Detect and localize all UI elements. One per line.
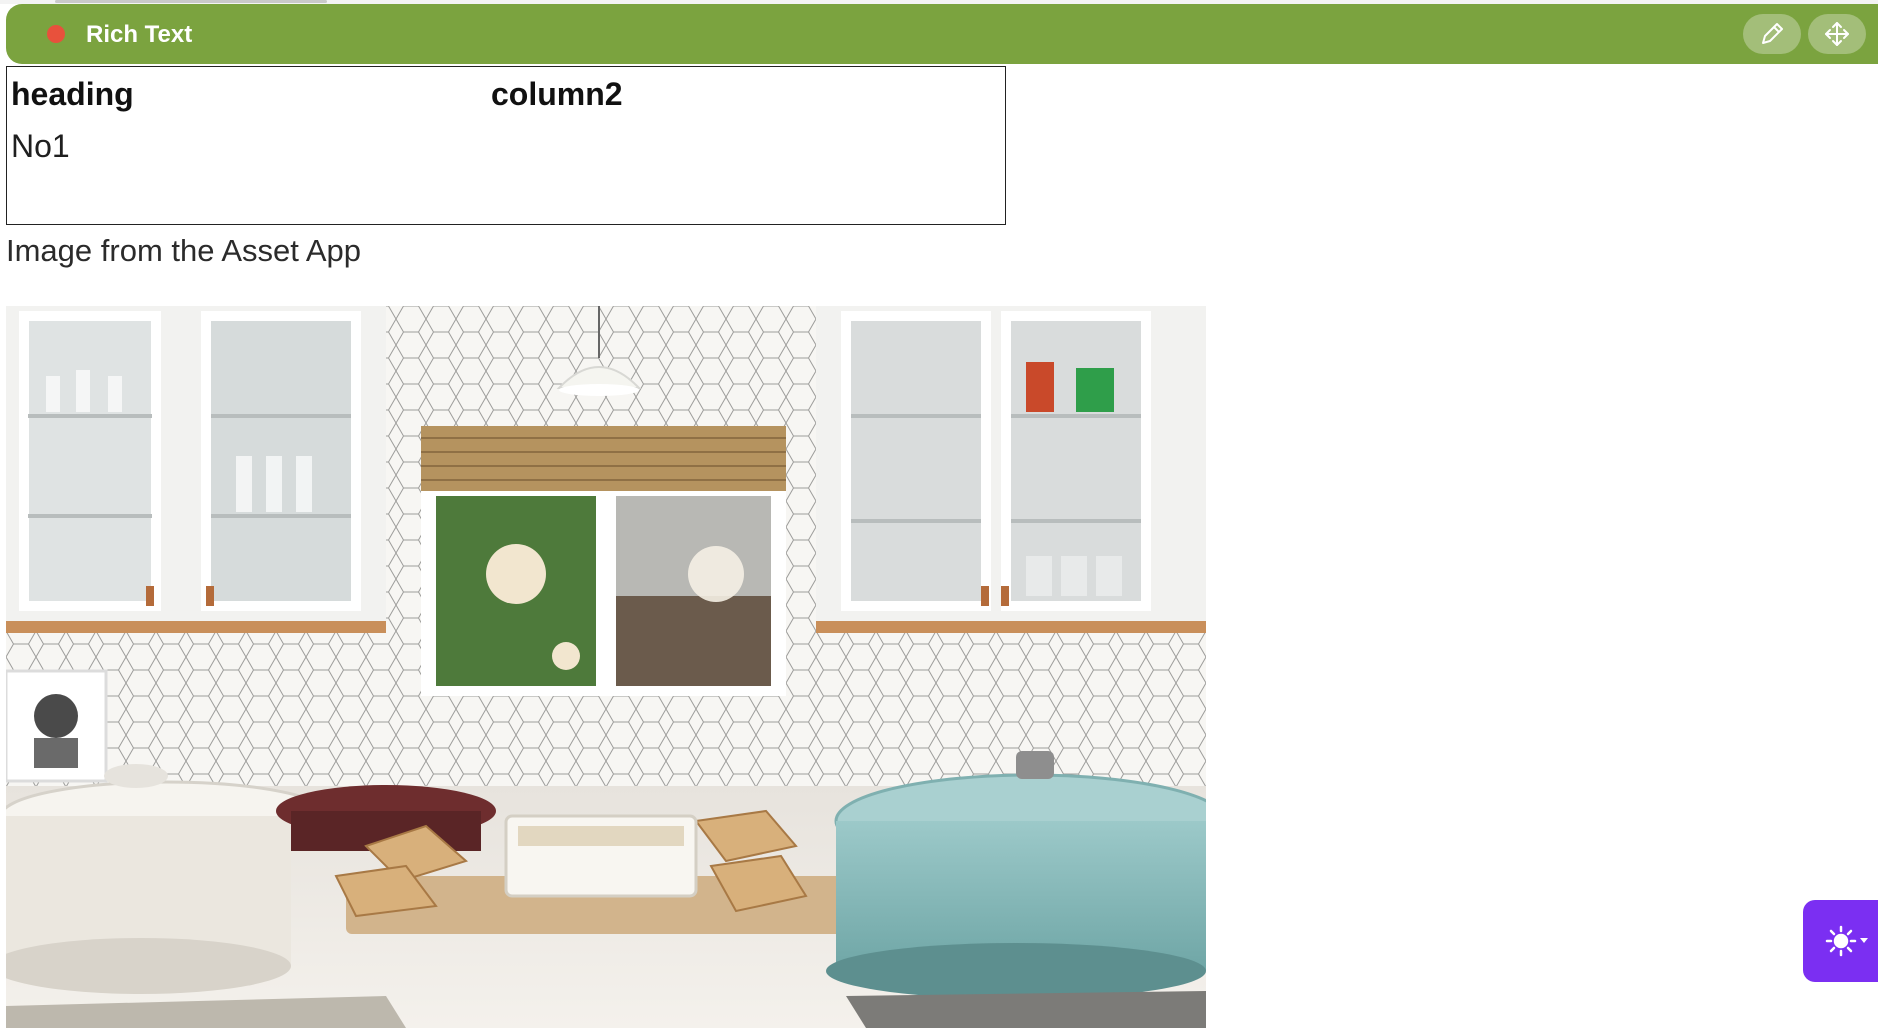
component-title: Rich Text [86,21,193,48]
move-arrows-icon [1825,22,1849,46]
edit-button[interactable] [1743,14,1801,54]
image-caption: Image from the Asset App [6,233,361,268]
rich-text-table: heading column2 No1 [6,66,1006,225]
kitchen-photo [6,306,1206,1028]
tab-indicator [55,0,327,3]
table-header-cell: column2 [491,76,623,112]
component-toolbar: Rich Text [6,4,1878,64]
sun-icon [1825,925,1868,957]
caret-down-icon [1860,938,1868,943]
pencil-icon [1762,23,1783,44]
theme-toggle-button[interactable] [1803,900,1878,982]
table-header-cell: heading [11,76,134,112]
status-dot-icon [47,25,65,43]
table-cell: No1 [11,128,70,164]
move-button[interactable] [1808,14,1866,54]
